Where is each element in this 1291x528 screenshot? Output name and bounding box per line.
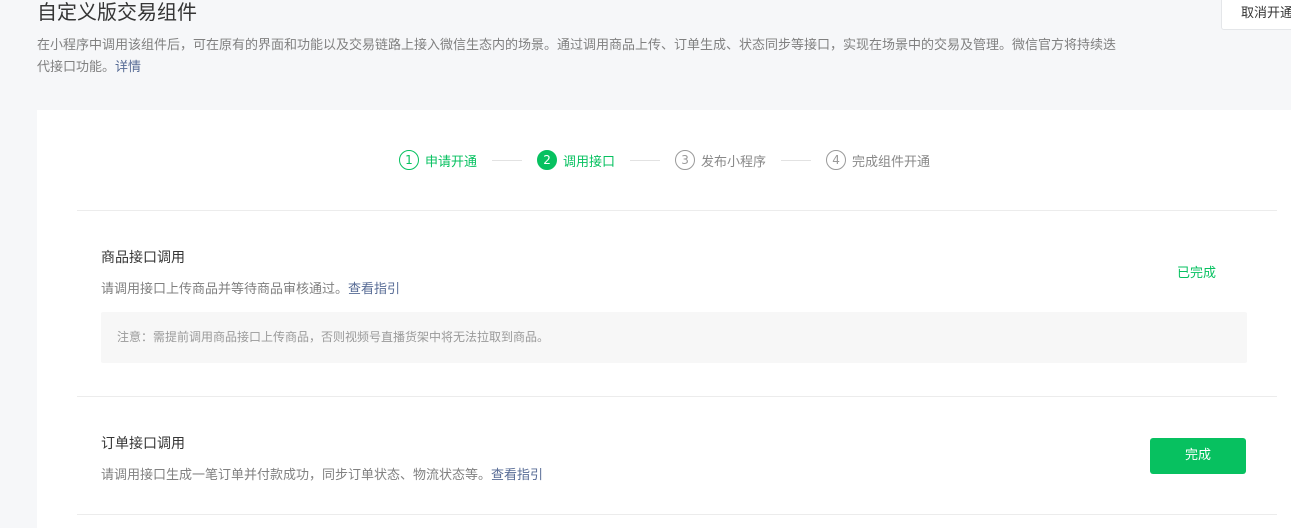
- step-apply: 1 申请开通: [399, 150, 477, 170]
- step-label: 申请开通: [425, 154, 478, 170]
- step-connector: [781, 159, 812, 161]
- step-number: 1: [399, 150, 419, 170]
- description-text: 在小程序中调用该组件后，可在原有的界面和功能以及交易链路上接入微信生态内的场景。…: [37, 38, 1117, 75]
- product-desc-text: 请调用接口上传商品并等待商品审核通过。: [101, 282, 349, 297]
- order-section-title: 订单接口调用: [101, 436, 185, 452]
- step-connector: [630, 159, 661, 161]
- product-section-title: 商品接口调用: [101, 250, 185, 266]
- page-title: 自定义版交易组件: [37, 0, 197, 24]
- step-publish: 3 发布小程序: [675, 150, 766, 170]
- complete-button[interactable]: 完成: [1150, 438, 1246, 474]
- progress-steps: 1 申请开通 2 调用接口 3 发布小程序 4 完成组件开通: [399, 149, 930, 171]
- divider: [77, 396, 1277, 397]
- product-status-badge: 已完成: [1177, 266, 1217, 281]
- step-number: 2: [537, 150, 558, 170]
- step-connector: [492, 159, 523, 161]
- order-section-desc: 请调用接口生成一笔订单并付款成功，同步订单状态、物流状态等。查看指引: [101, 464, 543, 483]
- step-number: 4: [826, 150, 847, 170]
- order-guide-link[interactable]: 查看指引: [491, 468, 543, 483]
- step-label: 调用接口: [563, 154, 616, 170]
- page-description: 在小程序中调用该组件后，可在原有的界面和功能以及交易链路上接入微信生态内的场景。…: [37, 35, 1127, 79]
- product-guide-link[interactable]: 查看指引: [348, 282, 400, 297]
- step-label: 发布小程序: [701, 154, 767, 170]
- step-complete: 4 完成组件开通: [826, 150, 930, 170]
- product-section-desc: 请调用接口上传商品并等待商品审核通过。查看指引: [101, 278, 400, 297]
- page: 自定义版交易组件 在小程序中调用该组件后，可在原有的界面和功能以及交易链路上接入…: [0, 0, 1291, 528]
- divider: [77, 514, 1277, 515]
- product-notice: 注意：需提前调用商品接口上传商品，否则视频号直播货架中将无法拉取到商品。: [101, 312, 1247, 363]
- step-call-api: 2 调用接口: [537, 150, 615, 170]
- details-link[interactable]: 详情: [115, 60, 141, 75]
- divider: [77, 210, 1277, 211]
- step-number: 3: [675, 150, 696, 170]
- order-desc-text: 请调用接口生成一笔订单并付款成功，同步订单状态、物流状态等。: [101, 468, 492, 483]
- step-label: 完成组件开通: [852, 154, 931, 170]
- cancel-activation-button[interactable]: 取消开通: [1221, 0, 1291, 30]
